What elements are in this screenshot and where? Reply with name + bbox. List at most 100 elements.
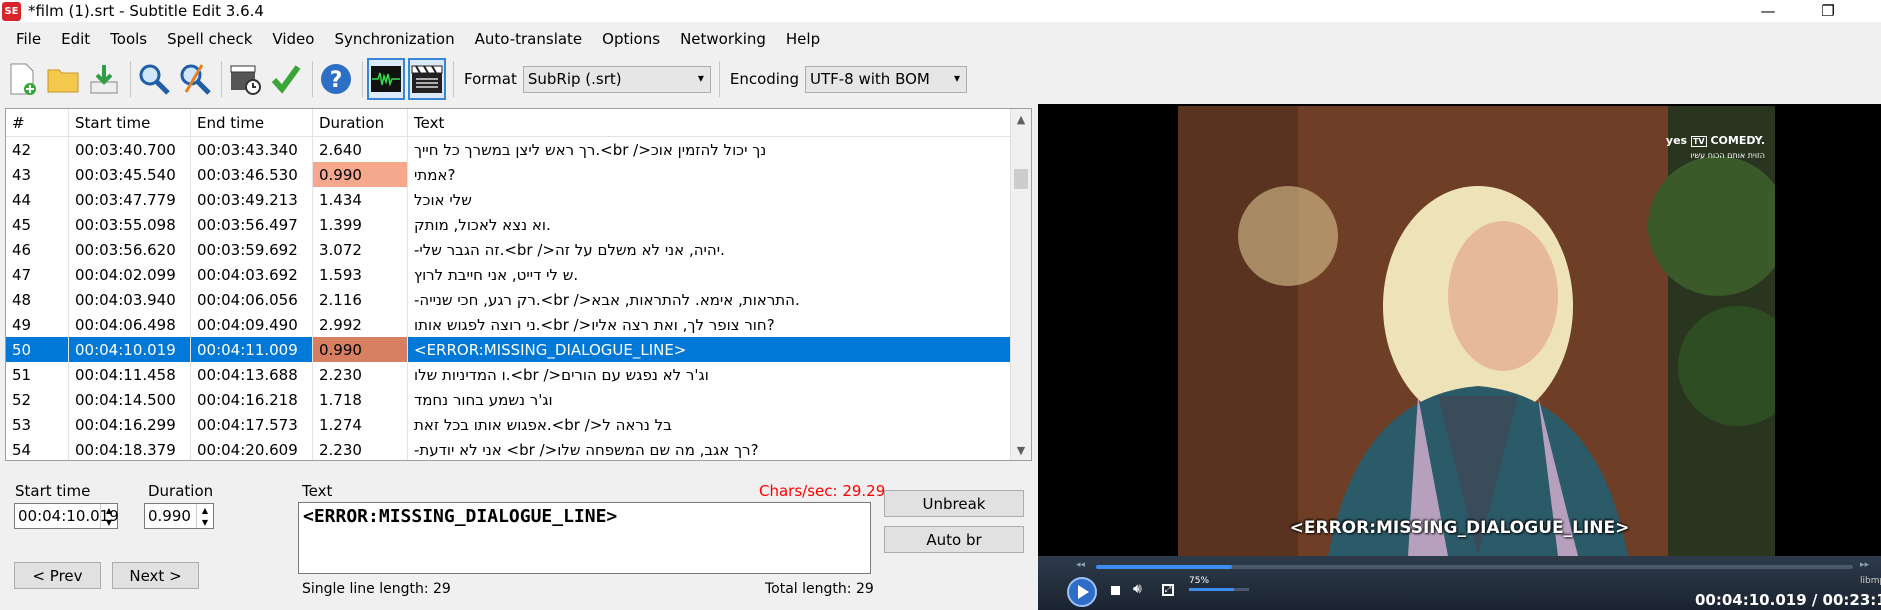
toggle-video-button[interactable] xyxy=(408,58,446,100)
fullscreen-icon[interactable]: ⤢ xyxy=(1162,584,1174,596)
row-start-time: 00:03:56.620 xyxy=(69,237,191,262)
start-time-input[interactable]: 00:04:10.019 ▲ ▼ xyxy=(14,503,119,529)
menu-spell-check[interactable]: Spell check xyxy=(157,27,262,51)
menu-networking[interactable]: Networking xyxy=(670,27,776,51)
column-header-number[interactable]: # xyxy=(6,109,69,136)
app-logo-text: SE xyxy=(4,5,19,17)
play-icon[interactable] xyxy=(1066,576,1098,608)
menu-edit[interactable]: Edit xyxy=(51,27,100,51)
auto-br-button[interactable]: Auto br xyxy=(884,526,1024,553)
table-row[interactable]: 49 00:04:06.498 00:04:09.490 2.992 ני רוצה ל… xyxy=(6,312,1031,337)
help-button[interactable]: ? xyxy=(317,58,355,100)
open-file-button[interactable] xyxy=(44,58,82,100)
subtitle-list-header: # Start time End time Duration Text xyxy=(6,109,1031,137)
folder-icon xyxy=(47,69,79,93)
text-label: Text xyxy=(302,482,333,500)
unbreak-button[interactable]: Unbreak xyxy=(884,490,1024,517)
format-select[interactable]: SubRip (.srt) ▾ xyxy=(522,65,711,93)
seek-bar-progress xyxy=(1096,565,1233,569)
app-logo-icon[interactable]: SE xyxy=(2,1,21,21)
video-player[interactable]: yes TV COMEDY. הזוית אותם הכוח עשיו <ERR… xyxy=(1038,104,1881,610)
row-number: 45 xyxy=(6,212,69,237)
table-row[interactable]: 52 00:04:14.500 00:04:16.218 1.718 וג'ר נשמע… xyxy=(6,387,1031,412)
minimize-button[interactable]: — xyxy=(1745,0,1791,22)
menu-file[interactable]: File xyxy=(0,27,51,51)
menu-options[interactable]: Options xyxy=(592,27,670,51)
toolbar-separator xyxy=(130,61,131,97)
row-number: 42 xyxy=(6,137,69,162)
maximize-button[interactable]: ❐ xyxy=(1805,0,1851,22)
encoding-select[interactable]: UTF-8 with BOM ▾ xyxy=(805,65,967,93)
new-file-button[interactable] xyxy=(3,58,41,100)
fast-forward-icon[interactable]: ▸▸ xyxy=(1860,560,1869,570)
scroll-down-icon[interactable]: ▼ xyxy=(1011,440,1031,460)
menu-auto-translate[interactable]: Auto-translate xyxy=(465,27,593,51)
checkmark-icon xyxy=(271,65,301,94)
row-end-time: 00:03:49.213 xyxy=(191,187,313,212)
menu-help[interactable]: Help xyxy=(776,27,830,51)
video-frame[interactable]: yes TV COMEDY. הזוית אותם הכוח עשיו xyxy=(1178,106,1775,556)
replace-button[interactable] xyxy=(176,58,214,100)
menu-video[interactable]: Video xyxy=(262,27,324,51)
spin-down-icon[interactable]: ▼ xyxy=(106,518,112,527)
scroll-up-icon[interactable]: ▲ xyxy=(1011,109,1031,129)
volume-slider-level xyxy=(1189,588,1234,591)
table-row[interactable]: 53 00:04:16.299 00:04:17.573 1.274 אפגוש אות… xyxy=(6,412,1031,437)
row-number: 50 xyxy=(6,337,69,362)
toolbar-separator xyxy=(312,61,313,97)
find-button[interactable] xyxy=(135,58,173,100)
table-row[interactable]: 44 00:03:47.779 00:03:49.213 1.434 שלי אוכל xyxy=(6,187,1031,212)
table-row[interactable]: 50 00:04:10.019 00:04:11.009 0.990 <ERROR:MI… xyxy=(6,337,1031,362)
duration-spinner[interactable]: ▲ ▼ xyxy=(196,504,213,528)
row-start-time: 00:04:03.940 xyxy=(69,287,191,312)
svg-text:?: ? xyxy=(330,68,343,93)
video-scene-image xyxy=(1178,106,1775,556)
seek-bar[interactable] xyxy=(1096,565,1853,569)
volume-icon[interactable]: 🔊︎ xyxy=(1133,581,1142,597)
table-row[interactable]: 47 00:04:02.099 00:04:03.692 1.593 ש לי דייט… xyxy=(6,262,1031,287)
column-header-duration[interactable]: Duration xyxy=(313,109,408,136)
toggle-waveform-button[interactable] xyxy=(367,58,405,100)
prev-button[interactable]: < Prev xyxy=(14,562,101,589)
menu-synchronization[interactable]: Synchronization xyxy=(324,27,464,51)
row-text: -רק רגע, חכי שנייה.<br />התראות, אימא. ל… xyxy=(414,290,800,309)
column-header-text[interactable]: Text xyxy=(408,109,1012,136)
spin-up-icon[interactable]: ▲ xyxy=(106,506,112,515)
video-subtitle-overlay: <ERROR:MISSING_DIALOGUE_LINE> xyxy=(1289,518,1630,538)
table-row[interactable]: 42 00:03:40.700 00:03:43.340 2.640 רך ראש לי… xyxy=(6,137,1031,162)
rewind-icon[interactable]: ◂◂ xyxy=(1076,560,1085,570)
row-start-time: 00:03:55.098 xyxy=(69,212,191,237)
row-end-time: 00:03:46.530 xyxy=(191,162,313,187)
menu-tools[interactable]: Tools xyxy=(100,27,157,51)
table-row[interactable]: 48 00:04:03.940 00:04:06.056 2.116 -רק רגע, … xyxy=(6,287,1031,312)
column-header-start-time[interactable]: Start time xyxy=(69,109,191,136)
table-row[interactable]: 45 00:03:55.098 00:03:56.497 1.399 וא נצא לא… xyxy=(6,212,1031,237)
column-header-end-time[interactable]: End time xyxy=(191,109,313,136)
table-row[interactable]: 54 00:04:18.379 00:04:20.609 2.230 -אני לא י… xyxy=(6,437,1031,460)
save-file-button[interactable] xyxy=(85,58,123,100)
start-time-spinner[interactable]: ▲ ▼ xyxy=(100,504,117,528)
subtitle-list[interactable]: # Start time End time Duration Text 42 00… xyxy=(5,108,1032,461)
row-end-time: 00:03:59.692 xyxy=(191,237,313,262)
spin-down-icon[interactable]: ▼ xyxy=(202,518,208,527)
spell-check-button[interactable] xyxy=(267,58,305,100)
spin-up-icon[interactable]: ▲ xyxy=(202,506,208,515)
table-row[interactable]: 51 00:04:11.458 00:04:13.688 2.230 ו המדיניו… xyxy=(6,362,1031,387)
table-row[interactable]: 43 00:03:45.540 00:03:46.530 0.990 אמתי? xyxy=(6,162,1031,187)
scrollbar-thumb[interactable] xyxy=(1014,169,1028,189)
row-start-time: 00:04:06.498 xyxy=(69,312,191,337)
row-duration: 2.640 xyxy=(313,137,408,162)
duration-input[interactable]: 0.990 ▲ ▼ xyxy=(144,503,214,529)
row-duration: 0.990 xyxy=(313,162,408,187)
subtitle-list-scrollbar[interactable]: ▲ ▼ xyxy=(1010,109,1031,460)
stop-icon[interactable] xyxy=(1111,586,1120,595)
row-number: 52 xyxy=(6,387,69,412)
duration-label: Duration xyxy=(148,482,214,500)
next-button[interactable]: Next > xyxy=(112,562,199,589)
row-text: וא נצא לאכול, מותק. xyxy=(414,215,551,234)
subtitle-text-editor[interactable]: <ERROR:MISSING_DIALOGUE_LINE> xyxy=(298,502,871,574)
table-row[interactable]: 46 00:03:56.620 00:03:59.692 3.072 -זה הגבר … xyxy=(6,237,1031,262)
row-text: ו המדיניות שלו.<br />וג'ר לא נפגש עם הור… xyxy=(414,365,709,384)
visual-sync-button[interactable] xyxy=(226,58,264,100)
volume-slider[interactable] xyxy=(1189,588,1249,591)
